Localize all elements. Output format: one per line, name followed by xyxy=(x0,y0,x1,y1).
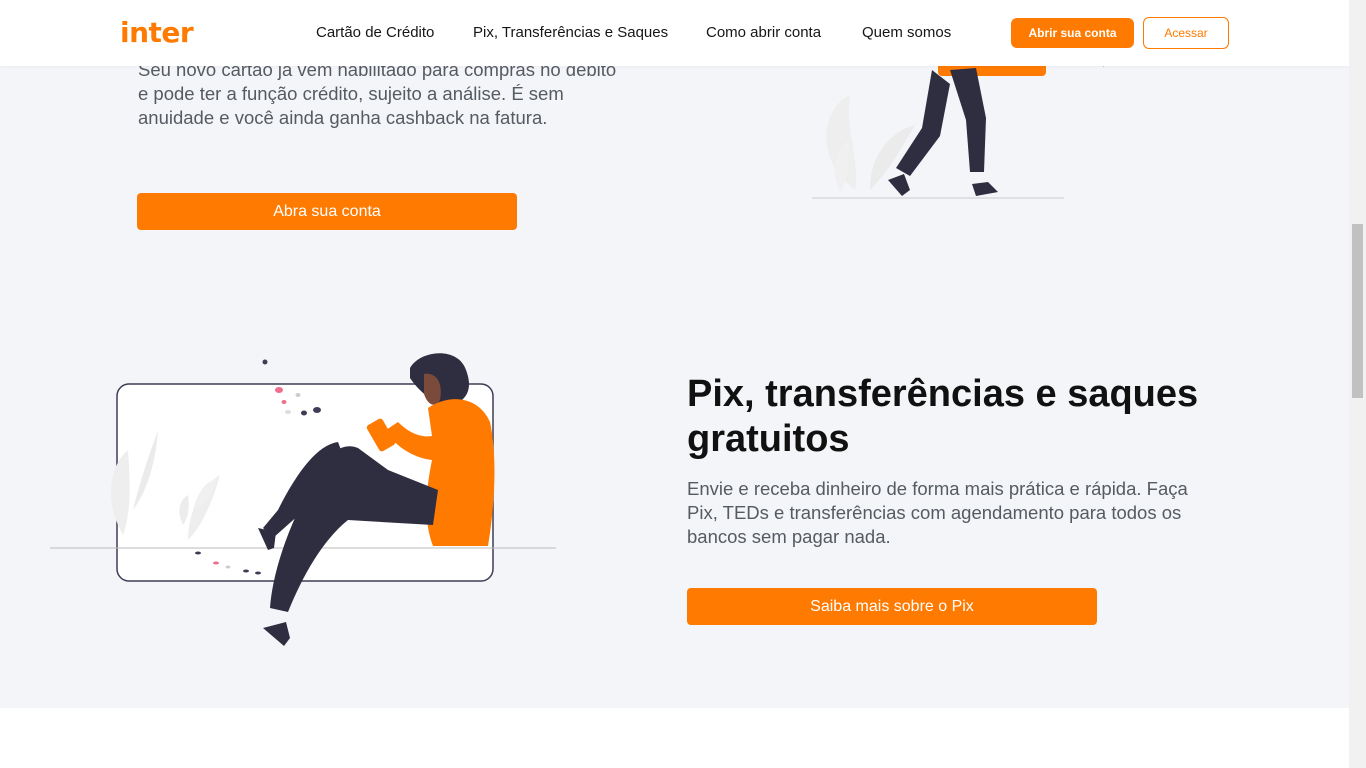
sitting-woman-illustration xyxy=(50,353,556,646)
nav-item-open-account[interactable]: Como abrir conta xyxy=(706,24,821,41)
top-navbar: inter Cartão de Crédito Pix, Transferênc… xyxy=(0,0,1349,66)
card-description: Seu novo cartão já vem habilitado para c… xyxy=(138,59,617,128)
shoe-left xyxy=(888,174,910,196)
inter-logo[interactable]: inter xyxy=(120,16,194,49)
page: Seu novo cartão já vem habilitado para c… xyxy=(0,0,1349,768)
login-button[interactable]: Acessar xyxy=(1143,17,1229,49)
nav-item-about-us[interactable]: Quem somos xyxy=(862,24,951,41)
shoe xyxy=(263,622,290,646)
leg-left xyxy=(896,70,950,176)
leg-right xyxy=(950,68,986,172)
next-section xyxy=(0,708,1349,768)
nav-item-credit-card[interactable]: Cartão de Crédito xyxy=(316,24,434,41)
shoe-right xyxy=(972,182,998,196)
vertical-scrollbar[interactable] xyxy=(1349,0,1366,768)
open-account-button[interactable]: Abrir sua conta xyxy=(1011,18,1134,48)
scrollbar-thumb[interactable] xyxy=(1352,224,1363,398)
pix-section-title: Pix, transferências e saques gratuitos xyxy=(687,373,1199,460)
pix-section-description: Envie e receba dinheiro de forma mais pr… xyxy=(687,478,1188,547)
nav-item-pix[interactable]: Pix, Transferências e Saques xyxy=(473,24,668,41)
open-account-cta-button[interactable]: Abra sua conta xyxy=(137,193,517,230)
pix-learn-more-button[interactable]: Saiba mais sobre o Pix xyxy=(687,588,1097,625)
